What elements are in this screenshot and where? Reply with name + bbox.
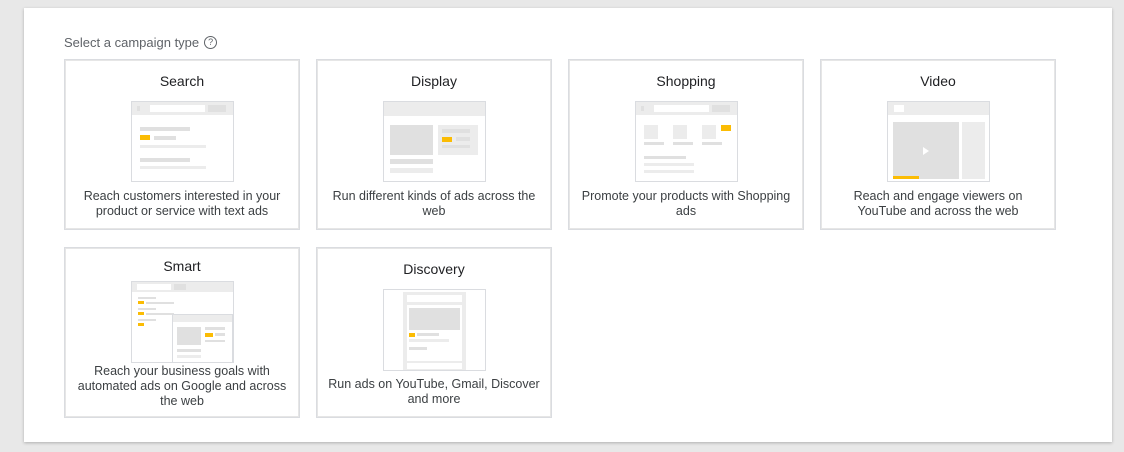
card-title: Search (159, 73, 205, 89)
campaign-card-discovery[interactable]: Discovery Run ads on YouTube, Gmail, Dis… (316, 247, 552, 418)
play-icon (923, 147, 929, 155)
campaign-card-search[interactable]: Search Reach customers interested in you… (64, 59, 300, 230)
campaign-card-smart[interactable]: Smart Reach your business goals with aut… (64, 247, 300, 418)
help-icon[interactable]: ? (204, 36, 218, 49)
card-title: Video (920, 73, 956, 89)
card-description: Reach and engage viewers on YouTube and … (853, 189, 1023, 218)
campaign-type-heading: Select a campaign type ? (64, 35, 218, 50)
card-title: Shopping (656, 73, 716, 89)
card-description: Promote your products with Shopping ads (581, 189, 791, 218)
card-title: Smart (163, 258, 201, 274)
smart-illustration (131, 281, 234, 363)
search-illustration (131, 101, 234, 182)
card-description: Run ads on YouTube, Gmail, Discover and … (328, 377, 540, 406)
card-title: Display (411, 73, 457, 89)
card-description: Reach your business goals with automated… (77, 364, 287, 408)
campaign-card-display[interactable]: Display Run different kinds of ads acros… (316, 59, 552, 230)
video-illustration (887, 101, 990, 182)
heading-label: Select a campaign type (64, 35, 200, 50)
card-description: Reach customers interested in your produ… (83, 189, 281, 218)
campaign-type-panel: Select a campaign type ? Search Reach cu… (24, 8, 1112, 442)
display-illustration (383, 101, 486, 182)
shopping-illustration (635, 101, 738, 182)
card-description: Run different kinds of ads across the we… (332, 189, 536, 218)
card-title: Discovery (403, 261, 465, 277)
campaign-card-video[interactable]: Video Reach and engage viewers on YouTub… (820, 59, 1056, 230)
campaign-card-shopping[interactable]: Shopping Promote your products with Shop… (568, 59, 804, 230)
discovery-illustration (383, 289, 486, 371)
